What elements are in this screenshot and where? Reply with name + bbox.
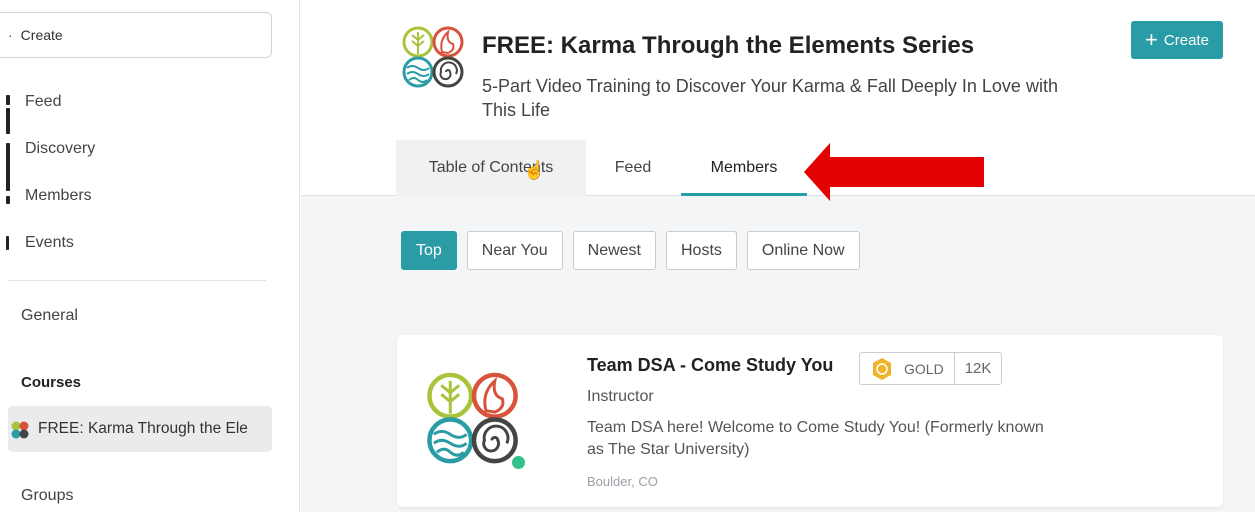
course-item-label: FREE: Karma Through the Ele bbox=[38, 420, 248, 437]
filter-newest[interactable]: Newest bbox=[572, 231, 656, 270]
member-card[interactable]: Team DSA - Come Study You GOLD 12K Instr… bbox=[397, 335, 1223, 507]
course-logo-icon bbox=[401, 24, 471, 99]
tab-members[interactable]: Members bbox=[681, 140, 807, 196]
tab-table-of-contents[interactable]: Table of Contents bbox=[396, 140, 586, 196]
filter-top[interactable]: Top bbox=[401, 231, 457, 270]
sidebar-item-members[interactable]: Members bbox=[0, 181, 280, 211]
tab-label: Feed bbox=[614, 159, 652, 176]
sidebar-item-label: Members bbox=[25, 187, 92, 204]
sidebar-create-label: Create bbox=[20, 27, 63, 43]
member-role: Instructor bbox=[587, 388, 654, 405]
sidebar-divider bbox=[8, 280, 266, 281]
member-location: Boulder, CO bbox=[587, 474, 658, 489]
page-title: FREE: Karma Through the Elements Series bbox=[482, 32, 975, 59]
sidebar-item-events[interactable]: Events bbox=[0, 228, 280, 258]
online-status-dot bbox=[510, 454, 527, 471]
create-button[interactable]: + Create bbox=[1131, 21, 1223, 59]
member-name[interactable]: Team DSA - Come Study You bbox=[587, 355, 833, 376]
gold-medal-icon bbox=[873, 357, 891, 380]
sidebar-item-feed[interactable]: Feed bbox=[0, 87, 280, 117]
sidebar-item-groups[interactable]: Groups bbox=[21, 487, 73, 505]
sidebar-item-discovery[interactable]: Discovery bbox=[0, 134, 280, 164]
red-arrow-annotation-icon bbox=[804, 143, 988, 206]
sidebar-item-label: Discovery bbox=[25, 140, 96, 157]
course-header: FREE: Karma Through the Elements Series … bbox=[301, 0, 1255, 201]
filter-hosts[interactable]: Hosts bbox=[666, 231, 737, 270]
member-filters: Top Near You Newest Hosts Online Now bbox=[401, 231, 860, 270]
tab-label: Members bbox=[710, 159, 778, 176]
sidebar-item-label: Feed bbox=[25, 93, 62, 110]
create-button-label: Create bbox=[1163, 31, 1209, 49]
sidebar-item-label: Events bbox=[25, 234, 74, 251]
badge-level-label: GOLD bbox=[904, 360, 944, 377]
sidebar-item-course[interactable]: FREE: Karma Through the Ele bbox=[8, 406, 272, 452]
course-logo-icon bbox=[10, 420, 32, 445]
hand-cursor-icon: ☝ bbox=[523, 160, 546, 180]
level-badge: GOLD 12K bbox=[859, 352, 1003, 385]
tab-feed[interactable]: Feed bbox=[601, 140, 665, 196]
gold-level: GOLD bbox=[860, 353, 955, 384]
filter-online-now[interactable]: Online Now bbox=[746, 231, 860, 270]
filter-near-you[interactable]: Near You bbox=[466, 231, 563, 270]
member-bio: Team DSA here! Welcome to Come Study You… bbox=[587, 419, 1044, 458]
plus-icon: + bbox=[1145, 27, 1158, 52]
sidebar-create-button[interactable]: · Create bbox=[0, 12, 272, 58]
courses-heading: Courses bbox=[21, 374, 82, 391]
main-content: FREE: Karma Through the Elements Series … bbox=[301, 0, 1255, 512]
sidebar: · Create Feed Discovery Members Events G… bbox=[0, 0, 300, 512]
page-subtitle: 5-Part Video Training to Discover Your K… bbox=[482, 76, 1058, 120]
sidebar-item-general[interactable]: General bbox=[21, 307, 78, 325]
plus-icon: · bbox=[8, 27, 13, 43]
badge-count: 12K bbox=[964, 360, 992, 377]
